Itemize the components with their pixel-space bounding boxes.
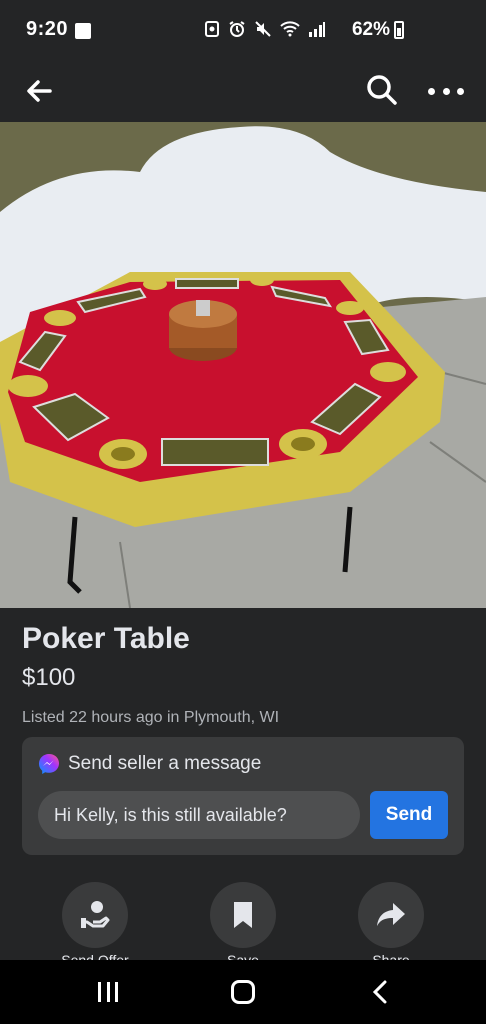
recent-bar-icon bbox=[115, 982, 118, 1002]
status-icons bbox=[204, 20, 326, 38]
alarm-icon bbox=[229, 21, 245, 37]
listing-photo[interactable] bbox=[0, 122, 486, 608]
home-button[interactable] bbox=[231, 980, 255, 1004]
recent-bar-icon bbox=[98, 982, 101, 1002]
signal-icon bbox=[309, 22, 325, 37]
status-bar: 9:20 62% bbox=[0, 0, 486, 60]
more-dot-icon bbox=[442, 87, 450, 95]
status-time: 9:20 bbox=[26, 18, 69, 40]
messenger-icon bbox=[39, 754, 59, 774]
battery-percentage: 62% bbox=[351, 19, 390, 40]
message-seller-card: Send seller a message Send bbox=[22, 737, 464, 855]
action-row: Send Offer Save Share bbox=[0, 882, 486, 968]
poker-table-illustration bbox=[0, 122, 486, 608]
recent-apps-button[interactable] bbox=[98, 982, 118, 1002]
send-button[interactable]: Send bbox=[370, 791, 448, 839]
back-button[interactable] bbox=[22, 74, 56, 108]
send-offer-icon bbox=[81, 901, 110, 928]
search-icon bbox=[367, 75, 397, 105]
system-nav-bar bbox=[0, 960, 486, 1024]
send-offer-button[interactable] bbox=[62, 882, 128, 948]
more-dot-icon bbox=[457, 87, 464, 95]
battery-icon bbox=[394, 21, 404, 39]
arrow-left-icon bbox=[27, 80, 52, 102]
listing-title: Poker Table bbox=[22, 622, 190, 655]
listing-price: $100 bbox=[22, 664, 76, 691]
recent-bar-icon bbox=[106, 982, 110, 1002]
more-options-button[interactable] bbox=[428, 74, 464, 108]
app-bar bbox=[0, 60, 486, 122]
save-button[interactable] bbox=[210, 882, 276, 948]
recycle-icon bbox=[205, 21, 219, 37]
bookmark-icon bbox=[234, 902, 252, 928]
listing-meta: Listed 22 hours ago in Plymouth, WI bbox=[22, 709, 280, 726]
message-heading: Send seller a message bbox=[68, 753, 262, 774]
share-button[interactable] bbox=[358, 882, 424, 948]
wifi-icon bbox=[280, 21, 300, 37]
checkbox-notification-icon bbox=[75, 23, 91, 39]
search-button[interactable] bbox=[364, 72, 400, 108]
mute-icon bbox=[255, 21, 271, 37]
share-icon bbox=[377, 903, 405, 926]
system-back-button[interactable] bbox=[370, 980, 390, 1004]
more-dot-icon bbox=[428, 87, 435, 95]
message-input[interactable] bbox=[38, 791, 360, 839]
